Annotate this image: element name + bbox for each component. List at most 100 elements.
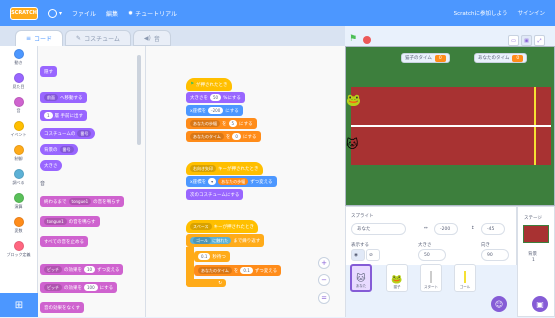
block-dropdown[interactable]: tongue1	[68, 198, 92, 205]
script-block-set-x[interactable]: x座標を -200 にする	[186, 105, 243, 116]
category-label: イベント	[10, 132, 27, 137]
scratch-logo[interactable]: SCRATCH	[10, 6, 38, 20]
file-menu[interactable]: ファイル	[72, 9, 96, 18]
block-input[interactable]: 50	[210, 94, 222, 101]
block-dropdown[interactable]: あなたのタイム	[198, 267, 232, 274]
block-input[interactable]: 5	[228, 120, 238, 127]
green-flag-button[interactable]: ⚑	[349, 35, 358, 44]
edit-menu[interactable]: 編集	[106, 9, 118, 18]
zoom-in-button[interactable]: +	[318, 257, 330, 269]
variable-monitor-your-time[interactable]: あなたのタイム 0	[474, 53, 528, 63]
variable-reporter[interactable]: あなたの歩幅	[218, 178, 249, 185]
palette-reporter-costume[interactable]: コスチュームの 番号	[40, 128, 96, 139]
category-4[interactable]: 制御	[0, 145, 37, 166]
script-area[interactable]: ⚑ が押されたとき 大きさを 50 %にする x座標を -200 にする あなたの歩幅を 5…	[146, 46, 345, 317]
palette-block-change-effect[interactable]: ピッチ の効果を 10 ずつ変える	[40, 264, 124, 275]
block-dropdown[interactable]: 前面	[44, 94, 58, 101]
sprite-thumb-you[interactable]: 🐱 あなた	[350, 264, 372, 292]
script-block-repeat-until[interactable]: ゴール に触れた まで繰り返す	[186, 234, 265, 247]
palette-scrollbar[interactable]	[137, 55, 141, 145]
script-block-set-size[interactable]: 大きさを 50 %にする	[186, 92, 245, 103]
script-block-when-space-pressed[interactable]: スペース キーが押されたとき	[186, 220, 259, 233]
fullscreen-button[interactable]: ⤢	[534, 35, 545, 46]
block-input[interactable]: 0	[232, 133, 241, 140]
script-block-when-flag-clicked[interactable]: ⚑ が押されたとき	[186, 78, 232, 91]
cat-sprite-green[interactable]: 🐸	[346, 93, 361, 107]
block-label: 次のコスチュームにする	[190, 192, 240, 198]
block-dropdown[interactable]: tongue1	[44, 218, 67, 225]
variable-monitor-cat-time[interactable]: 猫子のタイム 0	[401, 53, 450, 63]
script-block-set-time[interactable]: あなたのタイムを 0 にする	[186, 131, 261, 142]
size-input[interactable]: 50	[418, 249, 446, 261]
category-0[interactable]: 動き	[0, 49, 37, 70]
category-3[interactable]: イベント	[0, 121, 37, 142]
tutorial-menu[interactable]: ✹ チュートリアル	[128, 9, 177, 18]
script-block-change-time[interactable]: あなたのタイムを 0.1 ずつ変える	[194, 265, 282, 276]
category-2[interactable]: 音	[0, 97, 37, 118]
touching-reporter[interactable]: ゴール に触れた	[190, 237, 232, 244]
language-menu[interactable]: ▾	[48, 8, 62, 18]
sprite-thumb-goal[interactable]: ゴール	[454, 264, 476, 292]
block-dropdown[interactable]: 右向き矢印	[190, 165, 216, 172]
script-block-wait[interactable]: 0.1 秒待つ	[194, 251, 230, 262]
palette-block-layer[interactable]: 1層 手前に出す	[40, 110, 87, 121]
script-block-next-costume[interactable]: 次のコスチュームにする	[186, 189, 244, 200]
palette-block-go-to-layer[interactable]: 前面 へ移動する	[40, 92, 87, 103]
palette-block-start-sound[interactable]: tongue1 の音を鳴らす	[40, 216, 100, 227]
palette-block-set-effect[interactable]: ピッチ の効果を 100 にする	[40, 282, 118, 293]
x-input[interactable]: -200	[434, 223, 458, 235]
small-stage-button[interactable]: ▭	[508, 35, 519, 46]
zoom-reset-button[interactable]: =	[318, 292, 330, 304]
y-input[interactable]: -45	[481, 223, 505, 235]
script-block-change-x[interactable]: x座標を ▾ あなたの歩幅 ずつ変える	[186, 176, 277, 187]
tab-sound[interactable]: ◀) 音	[132, 30, 171, 46]
palette-block-play-until-done[interactable]: 終わるまで tongue1 の音を鳴らす	[40, 196, 125, 207]
block-input[interactable]: -200	[208, 107, 224, 114]
large-stage-button[interactable]: ▣	[521, 35, 532, 46]
block-input[interactable]: ▾	[208, 178, 217, 185]
add-extension-button[interactable]: ⊞	[0, 293, 38, 317]
block-dropdown[interactable]: スペース	[190, 223, 212, 230]
show-hidden-button[interactable]: ⊘	[366, 249, 380, 261]
join-link[interactable]: Scratchに参加しよう	[454, 9, 508, 17]
block-dropdown[interactable]: 番号	[59, 146, 74, 153]
stop-button[interactable]	[363, 36, 371, 44]
category-5[interactable]: 調べる	[0, 169, 37, 190]
frog-sprite-icon: 🐸	[391, 275, 403, 285]
palette-reporter-size[interactable]: 大きさ	[40, 160, 62, 171]
block-dropdown[interactable]: あなたのタイム	[190, 133, 224, 140]
block-dropdown[interactable]: ゴール	[193, 237, 211, 244]
script-block-set-stride[interactable]: あなたの歩幅を 5 にする	[186, 118, 257, 129]
tab-costume[interactable]: ✎ コスチューム	[65, 30, 131, 46]
show-visible-button[interactable]: ◉	[351, 249, 365, 261]
block-input[interactable]: 1	[44, 112, 53, 119]
category-1[interactable]: 見た目	[0, 73, 37, 94]
cat-sprite-orange[interactable]: 🐱	[346, 137, 359, 151]
block-input[interactable]: 10	[84, 266, 96, 273]
category-7[interactable]: 変数	[0, 217, 37, 238]
block-input[interactable]: 0.1	[240, 267, 253, 274]
zoom-out-button[interactable]: −	[318, 274, 330, 286]
choose-sprite-button[interactable]: ☺	[491, 296, 507, 312]
sprite-name-input[interactable]: あなた	[351, 223, 406, 235]
sprite-thumb-nekoko[interactable]: 🐸 猫子	[386, 264, 408, 292]
signin-link[interactable]: サインイン	[517, 9, 545, 17]
choose-backdrop-button[interactable]: ▣	[532, 296, 548, 312]
direction-input[interactable]: 90	[481, 249, 509, 261]
palette-block-stop-sounds[interactable]: すべての音を止める	[40, 236, 89, 247]
sprite-thumb-start[interactable]: スタート	[420, 264, 442, 292]
block-dropdown[interactable]: ピッチ	[44, 266, 62, 273]
palette-block-hide[interactable]: 隠す	[40, 66, 57, 77]
block-dropdown[interactable]: ピッチ	[44, 284, 62, 291]
script-block-when-key-pressed[interactable]: 右向き矢印 キーが押されたとき	[186, 162, 263, 175]
tab-code[interactable]: ≡ コード	[15, 30, 64, 46]
category-8[interactable]: ブロック定義	[0, 241, 37, 262]
block-dropdown[interactable]: 番号	[77, 130, 92, 137]
block-input[interactable]: 100	[84, 284, 98, 291]
palette-block-clear-effects[interactable]: 音の効果をなくす	[40, 302, 84, 313]
block-input[interactable]: 0.1	[198, 253, 211, 260]
category-6[interactable]: 演算	[0, 193, 37, 214]
stage-canvas[interactable]: 猫子のタイム 0 あなたのタイム 0 🐸 🐱	[345, 46, 555, 206]
block-dropdown[interactable]: あなたの歩幅	[190, 120, 220, 127]
palette-reporter-backdrop[interactable]: 背景の 番号	[40, 144, 78, 155]
